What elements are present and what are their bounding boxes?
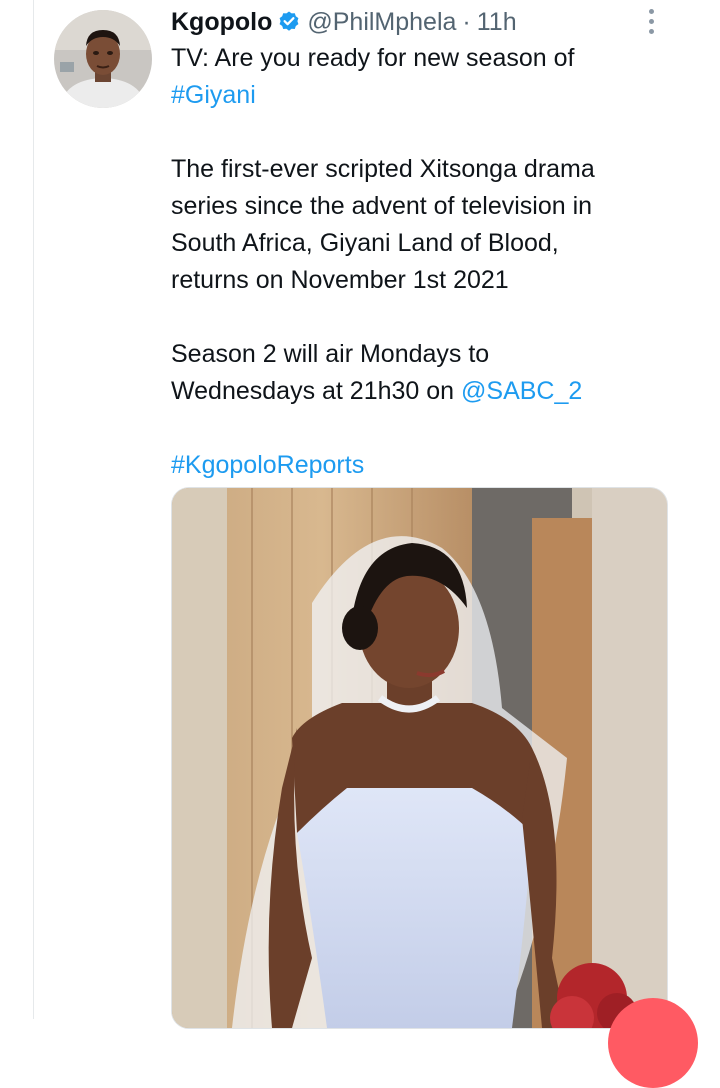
author-avatar[interactable] [54, 10, 152, 108]
verified-badge-icon [277, 10, 301, 34]
more-options-icon[interactable] [638, 6, 664, 36]
tweet-header: Kgopolo @PhilMphela · 11h [171, 4, 517, 40]
paragraph-2-line-3: South Africa, Giyani Land of Blood, [171, 229, 559, 257]
tweet-body: TV: Are you ready for new season of #Giy… [171, 40, 671, 484]
tweet-media-photo[interactable] [171, 487, 668, 1029]
separator-dot: · [462, 7, 471, 36]
paragraph-3-line-1: Season 2 will air Mondays to [171, 340, 490, 368]
paragraph-3-line-2: Wednesdays at 21h30 on [171, 377, 462, 405]
floating-action-button[interactable] [608, 998, 698, 1088]
hashtag-giyani[interactable]: #Giyani [171, 81, 256, 109]
author-handle[interactable]: @PhilMphela [307, 8, 456, 37]
tweet-line-1: TV: Are you ready for new season of [171, 44, 575, 72]
paragraph-2-line-1: The first-ever scripted Xitsonga drama [171, 155, 595, 183]
timeline-border [33, 0, 34, 1019]
author-name[interactable]: Kgopolo [171, 8, 272, 37]
paragraph-2-line-2: series since the advent of television in [171, 192, 593, 220]
hashtag-kgopoloreports[interactable]: #KgopoloReports [171, 451, 364, 479]
mention-sabc2[interactable]: @SABC_2 [461, 377, 582, 405]
tweet-timestamp[interactable]: 11h [477, 8, 517, 37]
paragraph-2-line-4: returns on November 1st 2021 [171, 266, 509, 294]
